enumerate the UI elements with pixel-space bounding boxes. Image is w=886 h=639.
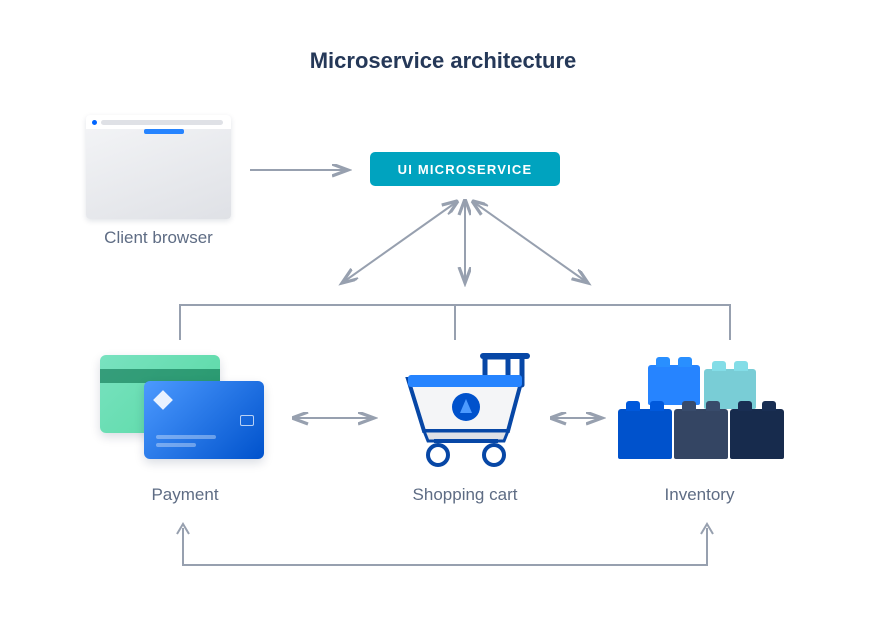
shopping-cart-icon	[390, 345, 540, 470]
inventory-icon	[612, 355, 787, 465]
service-bus	[175, 300, 735, 345]
client-browser-label: Client browser	[86, 228, 231, 248]
arrow-ui-to-payment	[330, 195, 470, 295]
payment-icon	[100, 355, 270, 465]
client-browser-icon	[86, 115, 231, 219]
arrow-cart-inventory	[548, 408, 608, 428]
diagram-title: Microservice architecture	[0, 48, 886, 74]
arrow-ui-to-inventory	[460, 195, 600, 295]
payment-label: Payment	[100, 485, 270, 505]
shopping-cart-label: Shopping cart	[380, 485, 550, 505]
arrow-payment-cart	[290, 408, 380, 428]
ui-microservice-node: UI MICROSERVICE	[370, 152, 560, 186]
inventory-label: Inventory	[612, 485, 787, 505]
arrow-payment-inventory-bottom	[175, 520, 715, 575]
arrow-client-to-ui	[248, 160, 358, 180]
